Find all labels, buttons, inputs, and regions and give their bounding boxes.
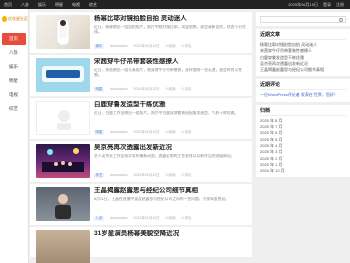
login-link[interactable]: 登录: [323, 0, 331, 9]
right-sidebar: 近期文章 杨幂比耶对镜拍脸自拍 灵动迷人 宋茜穿牛仔吊带套装性感撩人 白鹿穿鲁发…: [256, 12, 350, 180]
post-date: 2024年01月12日: [133, 216, 160, 220]
post-excerpt: 6月11日，王晶在直播中谈及赵露思与经纪公司之间的一些问题，引发网友热议。: [94, 197, 230, 201]
search-widget: [256, 12, 350, 26]
post-meta: 娱乐 doudouduo 2024年01月12日 0 阅读 0 评论: [94, 44, 191, 49]
search-icon[interactable]: [339, 17, 343, 22]
post-author[interactable]: doudouduo: [110, 87, 128, 92]
post-meta: 明星 doudouduo 2024年01月12日 0 阅读 0 评论: [94, 130, 191, 135]
top-nav: 首页 八卦 娱乐 明星 电视 综艺: [0, 0, 97, 9]
archive-link[interactable]: 2024 年 12 月: [260, 168, 346, 174]
post-card[interactable]: 31岁星演员杨幂美貌空降近况: [30, 227, 252, 263]
sidebar-item-home[interactable]: 首页: [2, 33, 26, 45]
post-excerpt: 近日，白鹿工作室晒出一组照片，照片中白鹿身穿套装搭配鲁发造型，气质干练优雅。: [94, 111, 239, 115]
post-date: 2024年01月12日: [133, 44, 160, 48]
post-excerpt: 近日，宋茜晒出一组写真照片，她身穿牛仔吊带套装，身材曲线一览无遗，造型时尚又性感…: [94, 68, 243, 77]
post-excerpt: 近日，杨幂晒出一组自拍照片，照片中她对镜比耶，笑容甜美，造型清新自然，状态十分在…: [94, 25, 246, 34]
post-meta: 八卦 doudouduo 2024年01月12日 0 阅读 0 评论: [94, 216, 191, 221]
archive-widget: 归档 2025 年 8 月 2025 年 7 月 2025 年 6 月 2025…: [256, 104, 350, 178]
sidebar-item-entertainment[interactable]: 娱乐: [0, 61, 28, 73]
post-thumbnail[interactable]: [36, 144, 90, 178]
top-nav-variety[interactable]: 综艺: [89, 0, 97, 9]
post-comments: 0 评论: [181, 173, 192, 177]
post-tag[interactable]: 八卦: [94, 216, 104, 221]
post-card[interactable]: 吴京亮再次透露出发新近况 艺人吴京亮工作室再次发布最新动态，透露近期的工作安排以…: [30, 141, 252, 182]
recent-posts-title: 近期文章: [260, 32, 346, 40]
post-title[interactable]: 杨幂比耶对镜拍脸自拍 灵动迷人: [94, 15, 248, 23]
post-author[interactable]: doudouduo: [110, 130, 128, 135]
top-right: 2025年06月15日 登录 注册: [288, 0, 344, 9]
post-thumbnail[interactable]: [36, 101, 90, 135]
logo-text: 优花星社区: [8, 16, 28, 21]
post-comments: 0 评论: [181, 44, 192, 48]
post-list: 杨幂比耶对镜拍脸自拍 灵动迷人 近日，杨幂晒出一组自拍照片，照片中她对镜比耶，笑…: [30, 12, 252, 263]
archive-title: 归档: [260, 108, 346, 116]
post-excerpt: 艺人吴京亮工作室再次发布最新动态，透露近期的工作安排以及新作品的进展情况。: [94, 154, 235, 158]
post-thumbnail[interactable]: [36, 187, 90, 221]
post-body: 白鹿穿鲁发造型干练优雅 近日，白鹿工作室晒出一组照片，照片中白鹿身穿套装搭配鲁发…: [94, 101, 248, 121]
post-meta: 明星 doudouduo 2024年01月12日 0 阅读 0 评论: [94, 87, 191, 92]
post-reads: 0 阅读: [165, 130, 176, 134]
top-nav-stars[interactable]: 明星: [55, 0, 63, 9]
post-thumbnail[interactable]: [36, 230, 90, 263]
post-title[interactable]: 宋茜穿牛仔吊带套装性感撩人: [94, 58, 248, 66]
sidebar-item-variety[interactable]: 综艺: [0, 103, 28, 115]
post-reads: 0 阅读: [165, 216, 176, 220]
search-input[interactable]: [260, 16, 346, 23]
recent-post-link[interactable]: 王晶揭露赵露思与经纪公司细节真相: [260, 67, 346, 73]
post-title[interactable]: 吴京亮再次透露出发新近况: [94, 144, 248, 152]
top-nav-entertainment[interactable]: 娱乐: [38, 0, 46, 9]
post-card[interactable]: 白鹿穿鲁发造型干练优雅 近日，白鹿工作室晒出一组照片，照片中白鹿身穿套装搭配鲁发…: [30, 98, 252, 139]
post-date: 2024年01月12日: [133, 173, 160, 177]
register-link[interactable]: 注册: [336, 0, 344, 9]
post-date: 2024年01月12日: [133, 130, 160, 134]
post-author[interactable]: doudouduo: [110, 216, 128, 221]
post-thumbnail[interactable]: [36, 58, 90, 92]
post-comments: 0 评论: [181, 87, 192, 91]
top-nav-home[interactable]: 首页: [4, 0, 12, 9]
post-title[interactable]: 白鹿穿鲁发造型干练优雅: [94, 101, 248, 109]
post-body: 31岁星演员杨幂美貌空降近况: [94, 230, 248, 238]
sidebar-item-gossip[interactable]: 八卦: [0, 47, 28, 59]
post-thumbnail[interactable]: [36, 15, 90, 49]
post-reads: 0 阅读: [165, 173, 176, 177]
post-body: 宋茜穿牛仔吊带套装性感撩人 近日，宋茜晒出一组写真照片，她身穿牛仔吊带套装，身材…: [94, 58, 248, 78]
top-nav-gossip[interactable]: 八卦: [21, 0, 29, 9]
site-logo[interactable]: 优花星社区: [0, 9, 28, 29]
post-author[interactable]: doudouduo: [110, 173, 128, 178]
post-tag[interactable]: 娱乐: [94, 44, 104, 49]
sidebar: 优花星社区 首页 八卦 娱乐 明星 电视 综艺: [0, 9, 29, 263]
post-reads: 0 阅读: [165, 87, 176, 91]
post-title[interactable]: 王晶揭露赵露思与经纪公司细节真相: [94, 187, 248, 195]
post-tag[interactable]: 综艺: [94, 173, 104, 178]
post-body: 杨幂比耶对镜拍脸自拍 灵动迷人 近日，杨幂晒出一组自拍照片，照片中她对镜比耶，笑…: [94, 15, 248, 35]
post-date: 2024年01月12日: [133, 87, 160, 91]
post-body: 王晶揭露赵露思与经纪公司细节真相 6月11日，王晶在直播中谈及赵露思与经纪公司之…: [94, 187, 248, 207]
recent-comments-widget: 近期评论 一位WordPress评论者 发表在 世界，您好！: [256, 79, 350, 102]
post-body: 吴京亮再次透露出发新近况 艺人吴京亮工作室再次发布最新动态，透露近期的工作安排以…: [94, 144, 248, 164]
top-date: 2025年06月15日: [288, 2, 318, 7]
post-comments: 0 评论: [181, 130, 192, 134]
post-reads: 0 阅读: [165, 44, 176, 48]
post-tag[interactable]: 明星: [94, 130, 104, 135]
sidebar-item-tv[interactable]: 电视: [0, 89, 28, 101]
post-meta: 综艺 doudouduo 2024年01月12日 0 阅读 0 评论: [94, 173, 191, 178]
recent-comment-link[interactable]: 一位WordPress评论者 发表在 世界，您好！: [260, 92, 346, 98]
recent-posts-widget: 近期文章 杨幂比耶对镜拍脸自拍 灵动迷人 宋茜穿牛仔吊带套装性感撩人 白鹿穿鲁发…: [256, 29, 350, 77]
top-nav-tv[interactable]: 电视: [72, 0, 80, 9]
post-author[interactable]: doudouduo: [110, 44, 128, 49]
post-card[interactable]: 杨幂比耶对镜拍脸自拍 灵动迷人 近日，杨幂晒出一组自拍照片，照片中她对镜比耶，笑…: [30, 12, 252, 53]
post-tag[interactable]: 明星: [94, 87, 104, 92]
sidebar-item-stars[interactable]: 明星: [0, 75, 28, 87]
logo-icon: [2, 16, 7, 22]
top-bar: 首页 八卦 娱乐 明星 电视 综艺 2025年06月15日 登录 注册: [0, 0, 350, 9]
post-card[interactable]: 王晶揭露赵露思与经纪公司细节真相 6月11日，王晶在直播中谈及赵露思与经纪公司之…: [30, 184, 252, 225]
post-card[interactable]: 宋茜穿牛仔吊带套装性感撩人 近日，宋茜晒出一组写真照片，她身穿牛仔吊带套装，身材…: [30, 55, 252, 96]
post-comments: 0 评论: [181, 216, 192, 220]
post-title[interactable]: 31岁星演员杨幂美貌空降近况: [94, 230, 248, 238]
recent-comments-title: 近期评论: [260, 82, 346, 91]
